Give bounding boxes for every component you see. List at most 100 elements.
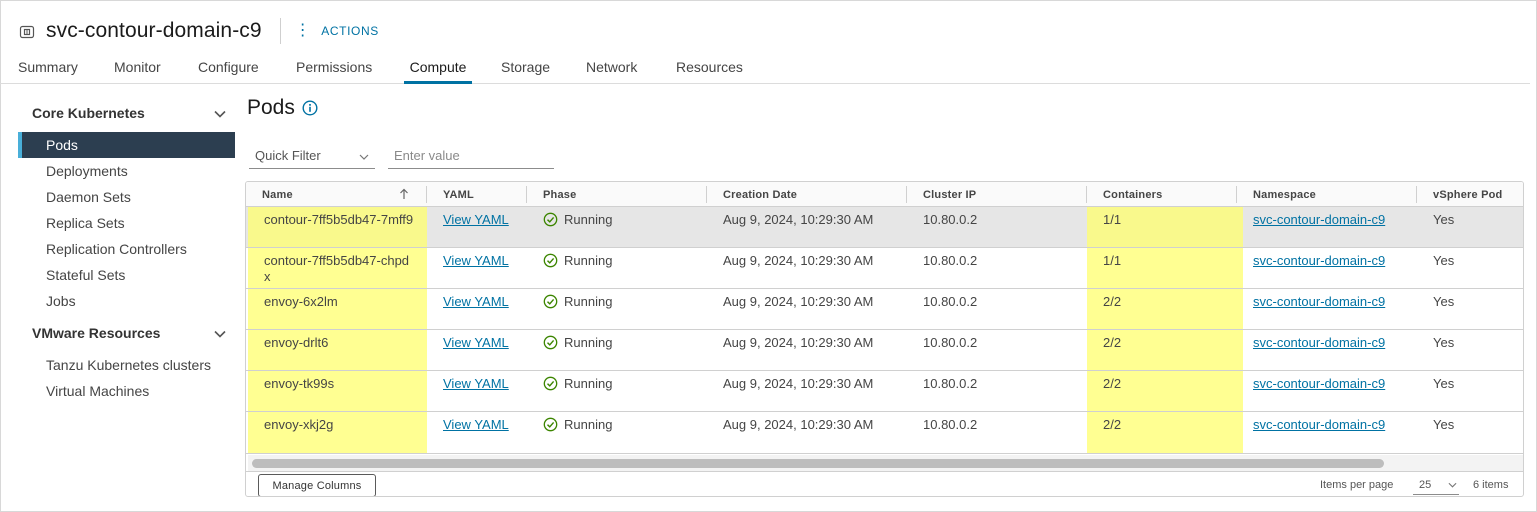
namespace-link[interactable]: svc-contour-domain-c9 — [1253, 253, 1385, 268]
cell-cluster-ip: 10.80.0.2 — [923, 212, 978, 227]
cell-containers: 2/2 — [1087, 412, 1243, 453]
table-row[interactable]: envoy-drlt6 View YAML Running Aug 9, 202… — [246, 330, 1523, 371]
sidebar-item-stateful-sets[interactable]: Stateful Sets — [18, 262, 235, 288]
cell-containers: 2/2 — [1087, 289, 1243, 329]
tab-resources[interactable]: Resources — [676, 56, 743, 84]
sort-ascending-icon[interactable] — [399, 188, 409, 203]
actions-button[interactable]: ⋮ ACTIONS — [295, 23, 379, 39]
cell-vsphere-pod: Yes — [1433, 417, 1455, 432]
table-row[interactable]: envoy-6x2lm View YAML Running Aug 9, 202… — [246, 289, 1523, 330]
filter-value-input[interactable] — [388, 143, 554, 169]
tab-summary[interactable]: Summary — [18, 56, 78, 84]
actions-label: ACTIONS — [321, 24, 379, 38]
column-header-label: vSphere Pod — [1433, 188, 1503, 201]
view-yaml-link[interactable]: View YAML — [443, 417, 509, 432]
running-status-icon — [543, 253, 558, 268]
cell-name: contour-7ff5b5db47-7mff9 — [248, 207, 427, 247]
view-yaml-link[interactable]: View YAML — [443, 253, 509, 268]
sidebar-section-vmware-resources[interactable]: VMware Resources — [18, 320, 236, 346]
column-header-label: Namespace — [1253, 188, 1316, 201]
sidebar-item-pods[interactable]: Pods — [18, 132, 235, 158]
sidebar-item-replica-sets[interactable]: Replica Sets — [18, 210, 235, 236]
object-header: svc-contour-domain-c9 ⋮ ACTIONS — [18, 14, 379, 48]
namespace-link[interactable]: svc-contour-domain-c9 — [1253, 335, 1385, 350]
sidebar-item-tanzu-kubernetes-clusters[interactable]: Tanzu Kubernetes clusters — [18, 352, 235, 378]
running-status-icon — [543, 294, 558, 309]
view-yaml-link[interactable]: View YAML — [443, 212, 509, 227]
namespace-link[interactable]: svc-contour-domain-c9 — [1253, 417, 1385, 432]
tab-compute[interactable]: Compute — [404, 56, 472, 84]
info-icon[interactable] — [302, 100, 318, 116]
cell-phase: Running — [527, 330, 707, 370]
chevron-down-icon — [214, 105, 226, 121]
cell-creation-date: Aug 9, 2024, 10:29:30 AM — [723, 294, 874, 309]
chevron-down-icon — [214, 325, 226, 341]
items-per-page-select[interactable]: 25 — [1413, 475, 1459, 495]
table-row[interactable]: envoy-xkj2g View YAML Running Aug 9, 202… — [246, 412, 1523, 454]
cell-cluster-ip: 10.80.0.2 — [923, 294, 978, 309]
cell-creation-date: Aug 9, 2024, 10:29:30 AM — [723, 376, 874, 391]
phase-text: Running — [564, 212, 613, 227]
sidebar-item-daemon-sets[interactable]: Daemon Sets — [18, 184, 235, 210]
datagrid-footer: Manage Columns Items per page 25 6 items — [246, 471, 1523, 496]
namespace-link[interactable]: svc-contour-domain-c9 — [1253, 212, 1385, 227]
column-header-namespace[interactable]: Namespace — [1237, 182, 1417, 207]
cell-name: envoy-6x2lm — [248, 289, 427, 329]
tab-permissions[interactable]: Permissions — [296, 56, 372, 84]
column-header-vsphere-pod[interactable]: vSphere Pod — [1417, 182, 1523, 207]
cell-phase: Running — [527, 371, 707, 411]
cell-name: contour-7ff5b5db47-chpdx — [248, 248, 427, 288]
manage-columns-button[interactable]: Manage Columns — [258, 474, 376, 496]
chevron-down-icon — [359, 148, 369, 163]
table-row[interactable]: envoy-tk99s View YAML Running Aug 9, 202… — [246, 371, 1523, 412]
quick-filter-label: Quick Filter — [255, 148, 321, 163]
scrollbar-thumb[interactable] — [252, 459, 1384, 468]
cell-name: envoy-tk99s — [248, 371, 427, 411]
cell-vsphere-pod: Yes — [1433, 376, 1455, 391]
cell-cluster-ip: 10.80.0.2 — [923, 376, 978, 391]
items-per-page-value: 25 — [1419, 478, 1432, 491]
sidebar-item-deployments[interactable]: Deployments — [18, 158, 235, 184]
running-status-icon — [543, 335, 558, 350]
phase-text: Running — [564, 417, 613, 432]
column-header-label: Creation Date — [723, 188, 798, 201]
chevron-down-icon — [1448, 479, 1457, 491]
column-header-name[interactable]: Name — [246, 182, 427, 207]
items-per-page-label: Items per page — [1320, 479, 1394, 491]
cell-phase: Running — [527, 207, 707, 247]
column-header-creation-date[interactable]: Creation Date — [707, 182, 907, 207]
view-yaml-link[interactable]: View YAML — [443, 335, 509, 350]
cell-phase: Running — [527, 289, 707, 329]
quick-filter-select[interactable]: Quick Filter — [249, 143, 375, 169]
cell-vsphere-pod: Yes — [1433, 294, 1455, 309]
sidebar-item-virtual-machines[interactable]: Virtual Machines — [18, 378, 235, 404]
tab-configure[interactable]: Configure — [198, 56, 259, 84]
column-header-label: Cluster IP — [923, 188, 977, 201]
cell-creation-date: Aug 9, 2024, 10:29:30 AM — [723, 253, 874, 268]
view-yaml-link[interactable]: View YAML — [443, 294, 509, 309]
column-header-label: Phase — [543, 188, 577, 201]
horizontal-scrollbar[interactable] — [248, 455, 1523, 471]
sidebar-item-jobs[interactable]: Jobs — [18, 288, 235, 314]
cell-phase: Running — [527, 248, 707, 288]
namespace-link[interactable]: svc-contour-domain-c9 — [1253, 376, 1385, 391]
tab-network[interactable]: Network — [586, 56, 637, 84]
cell-creation-date: Aug 9, 2024, 10:29:30 AM — [723, 212, 874, 227]
table-row[interactable]: contour-7ff5b5db47-chpdx View YAML Runni… — [246, 248, 1523, 289]
column-header-containers[interactable]: Containers — [1087, 182, 1237, 207]
column-header-phase[interactable]: Phase — [527, 182, 707, 207]
namespace-link[interactable]: svc-contour-domain-c9 — [1253, 294, 1385, 309]
column-header-yaml[interactable]: YAML — [427, 182, 527, 207]
column-header-label: Containers — [1103, 188, 1163, 201]
phase-text: Running — [564, 294, 613, 309]
table-row[interactable]: contour-7ff5b5db47-7mff9 View YAML Runni… — [246, 207, 1523, 248]
page-title: Pods — [247, 96, 295, 119]
sidebar-item-replication-controllers[interactable]: Replication Controllers — [18, 236, 235, 262]
tab-storage[interactable]: Storage — [501, 56, 550, 84]
view-yaml-link[interactable]: View YAML — [443, 376, 509, 391]
tab-monitor[interactable]: Monitor — [114, 56, 161, 84]
cell-cluster-ip: 10.80.0.2 — [923, 335, 978, 350]
cell-cluster-ip: 10.80.0.2 — [923, 417, 978, 432]
column-header-cluster-ip[interactable]: Cluster IP — [907, 182, 1087, 207]
sidebar-section-core-kubernetes[interactable]: Core Kubernetes — [18, 100, 236, 126]
